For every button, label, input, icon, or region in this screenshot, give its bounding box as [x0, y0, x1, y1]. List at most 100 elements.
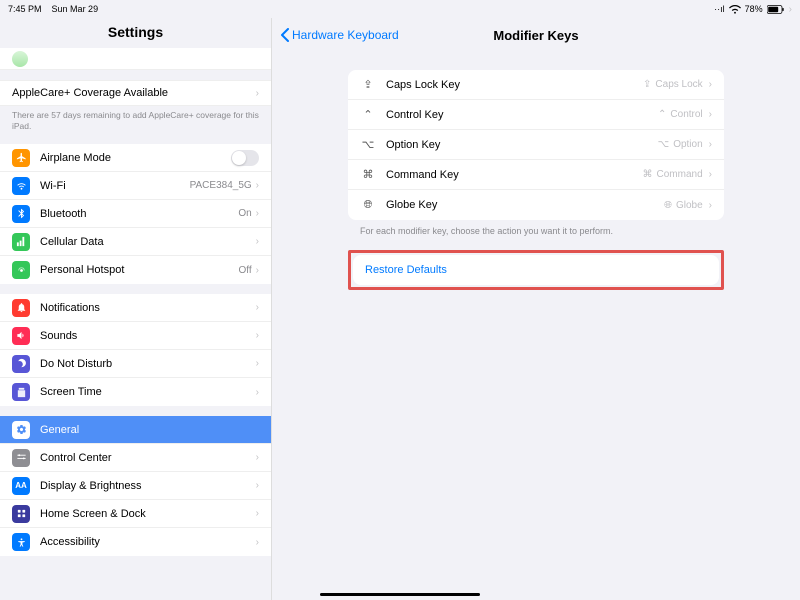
- back-label: Hardware Keyboard: [292, 28, 399, 42]
- chevron-right-icon: ›: [709, 139, 712, 150]
- hotspot-value: Off: [239, 265, 252, 276]
- chevron-right-icon: ›: [256, 508, 259, 519]
- command-icon: ⌘: [360, 168, 376, 181]
- accessibility-icon: [12, 533, 30, 551]
- bluetooth-value: On: [238, 208, 251, 219]
- restore-highlight: Restore Defaults: [348, 250, 724, 290]
- bluetooth-label: Bluetooth: [40, 208, 238, 220]
- row-command[interactable]: ⌘ Command Key ⌘Command ›: [348, 160, 724, 190]
- display-icon: AA: [12, 477, 30, 495]
- charging-icon: ›: [789, 4, 792, 15]
- caps-lock-value: ⇪Caps Lock: [643, 79, 703, 90]
- applecare-note: There are 57 days remaining to add Apple…: [0, 106, 271, 134]
- detail-header: Hardware Keyboard Modifier Keys: [272, 18, 800, 52]
- sounds-icon: [12, 327, 30, 345]
- home-screen-label: Home Screen & Dock: [40, 508, 256, 520]
- row-control[interactable]: ⌃ Control Key ⌃Control ›: [348, 100, 724, 130]
- account-row[interactable]: [0, 48, 271, 70]
- control-value: ⌃Control: [658, 109, 703, 120]
- sidebar-item-general[interactable]: General: [0, 416, 271, 444]
- caps-lock-icon: ⇪: [360, 78, 376, 91]
- row-option[interactable]: ⌥ Option Key ⌥Option ›: [348, 130, 724, 160]
- chevron-right-icon: ›: [256, 387, 259, 398]
- control-center-icon: [12, 449, 30, 467]
- sidebar-item-cellular[interactable]: Cellular Data ›: [0, 228, 271, 256]
- wifi-icon: [729, 5, 741, 14]
- avatar: [12, 51, 28, 67]
- sidebar-item-bluetooth[interactable]: Bluetooth On ›: [0, 200, 271, 228]
- sidebar-item-dnd[interactable]: Do Not Disturb ›: [0, 350, 271, 378]
- display-label: Display & Brightness: [40, 480, 256, 492]
- chevron-right-icon: ›: [256, 330, 259, 341]
- hotspot-icon: [12, 261, 30, 279]
- status-left: 7:45 PM Sun Mar 29: [8, 4, 98, 14]
- settings-sidebar: Settings AppleCare+ Coverage Available ›…: [0, 18, 272, 600]
- general-icon: [12, 421, 30, 439]
- home-indicator[interactable]: [320, 593, 480, 596]
- general-label: General: [40, 424, 259, 436]
- sidebar-item-accessibility[interactable]: Accessibility ›: [0, 528, 271, 556]
- airplane-label: Airplane Mode: [40, 152, 231, 164]
- row-caps-lock[interactable]: ⇪ Caps Lock Key ⇪Caps Lock ›: [348, 70, 724, 100]
- sidebar-item-home-screen[interactable]: Home Screen & Dock ›: [0, 500, 271, 528]
- chevron-right-icon: ›: [256, 480, 259, 491]
- status-bar: 7:45 PM Sun Mar 29 ··ıl 78% ›: [0, 0, 800, 18]
- wifi-value: PACE384_5G: [190, 180, 252, 191]
- applecare-row[interactable]: AppleCare+ Coverage Available ›: [0, 80, 271, 106]
- restore-label: Restore Defaults: [365, 264, 447, 276]
- status-date: Sun Mar 29: [52, 4, 99, 14]
- back-button[interactable]: Hardware Keyboard: [280, 28, 399, 42]
- sidebar-item-control-center[interactable]: Control Center ›: [0, 444, 271, 472]
- chevron-right-icon: ›: [256, 358, 259, 369]
- caps-lock-label: Caps Lock Key: [386, 79, 643, 91]
- sidebar-item-wifi[interactable]: Wi-Fi PACE384_5G ›: [0, 172, 271, 200]
- modifier-keys-card: ⇪ Caps Lock Key ⇪Caps Lock › ⌃ Control K…: [348, 70, 724, 220]
- chevron-right-icon: ›: [709, 79, 712, 90]
- detail-title: Modifier Keys: [493, 28, 578, 43]
- row-globe[interactable]: 🌐︎ Globe Key 🌐︎Globe ›: [348, 190, 724, 220]
- status-right: ··ıl 78% ›: [714, 4, 792, 15]
- home-screen-icon: [12, 505, 30, 523]
- globe-icon: 🌐︎: [360, 199, 376, 212]
- globe-label: Globe Key: [386, 199, 664, 211]
- chevron-right-icon: ›: [256, 236, 259, 247]
- sidebar-item-sounds[interactable]: Sounds ›: [0, 322, 271, 350]
- applecare-label: AppleCare+ Coverage Available: [12, 87, 256, 99]
- battery-pct: 78%: [745, 4, 763, 14]
- control-center-label: Control Center: [40, 452, 256, 464]
- chevron-right-icon: ›: [256, 537, 259, 548]
- sidebar-item-screentime[interactable]: Screen Time ›: [0, 378, 271, 406]
- chevron-right-icon: ›: [256, 208, 259, 219]
- wifi-icon-box: [12, 177, 30, 195]
- sidebar-item-notifications[interactable]: Notifications ›: [0, 294, 271, 322]
- wifi-label: Wi-Fi: [40, 180, 190, 192]
- battery-icon: [767, 5, 785, 14]
- chevron-right-icon: ›: [256, 180, 259, 191]
- screentime-label: Screen Time: [40, 386, 256, 398]
- control-icon: ⌃: [360, 108, 376, 121]
- restore-defaults-button[interactable]: Restore Defaults: [353, 255, 719, 285]
- dnd-label: Do Not Disturb: [40, 358, 256, 370]
- sidebar-item-hotspot[interactable]: Personal Hotspot Off ›: [0, 256, 271, 284]
- chevron-right-icon: ›: [709, 200, 712, 211]
- status-time: 7:45 PM: [8, 4, 42, 14]
- chevron-left-icon: [280, 28, 290, 42]
- modifier-footer-note: For each modifier key, choose the action…: [348, 226, 724, 236]
- globe-value: 🌐︎Globe: [664, 200, 703, 211]
- control-label: Control Key: [386, 109, 658, 121]
- command-label: Command Key: [386, 169, 643, 181]
- hotspot-label: Personal Hotspot: [40, 264, 239, 276]
- chevron-right-icon: ›: [709, 109, 712, 120]
- cellular-icon: [12, 233, 30, 251]
- chevron-right-icon: ›: [256, 452, 259, 463]
- notifications-icon: [12, 299, 30, 317]
- sidebar-item-airplane[interactable]: Airplane Mode: [0, 144, 271, 172]
- cellular-label: Cellular Data: [40, 236, 256, 248]
- chevron-right-icon: ›: [709, 169, 712, 180]
- option-icon: ⌥: [360, 138, 376, 151]
- sounds-label: Sounds: [40, 330, 256, 342]
- airplane-toggle[interactable]: [231, 150, 259, 166]
- sidebar-item-display[interactable]: AA Display & Brightness ›: [0, 472, 271, 500]
- chevron-right-icon: ›: [256, 302, 259, 313]
- airplane-icon: [12, 149, 30, 167]
